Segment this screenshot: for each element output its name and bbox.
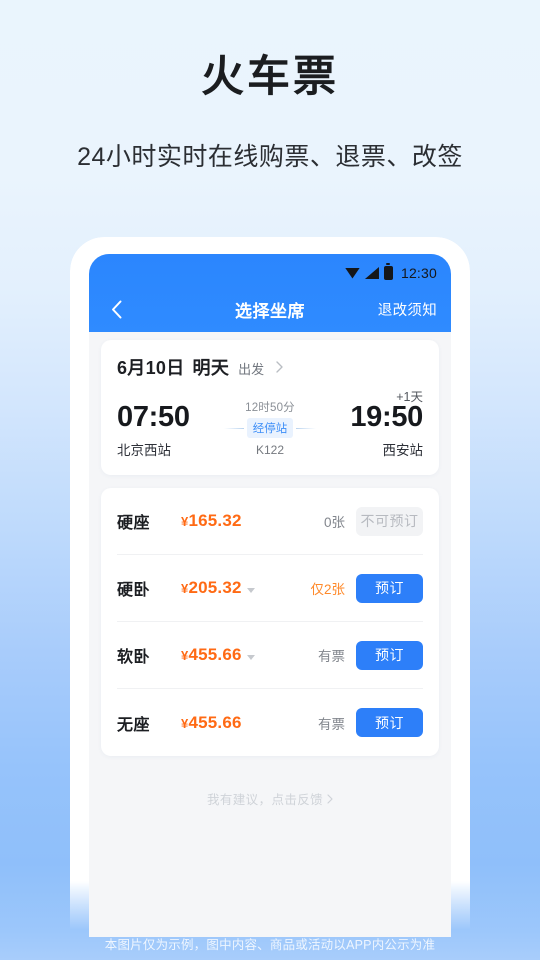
seat-type-label: 硬卧 (117, 582, 151, 600)
back-button[interactable] (103, 296, 129, 322)
seat-type-label: 硬座 (117, 515, 151, 533)
nav-bar: 选择坐席 退改须知 (89, 286, 451, 332)
table-row: 软卧 ¥455.66 有票 预订 (117, 622, 423, 690)
chevron-right-icon (327, 794, 333, 804)
plus-day-badge: +1天 (396, 390, 423, 404)
price-value: 455.66 (188, 645, 242, 665)
feedback-link[interactable]: 我有建议，点击反馈 (101, 789, 439, 808)
trip-middle-block: 12时50分 经停站 K122 (222, 399, 318, 459)
trip-date-row[interactable]: 6月10日 明天 出发 (117, 354, 423, 380)
seat-price-cell: ¥165.32 (181, 511, 324, 531)
seat-stock: 0张 (323, 515, 345, 531)
seat-price-cell[interactable]: ¥455.66 (181, 645, 318, 665)
page-subtitle: 24小时实时在线购票、退票、改签 (77, 142, 463, 171)
seat-price: ¥455.66 (181, 713, 242, 733)
chevron-down-icon[interactable] (246, 654, 255, 660)
book-button-disabled: 不可预订 (356, 506, 423, 536)
book-button[interactable]: 预订 (356, 573, 423, 603)
chevron-right-icon (276, 361, 283, 373)
seat-type-label: 软卧 (117, 649, 151, 667)
app-body: 6月10日 明天 出发 07:50 北京西站 12时50分 经停站 K122 +… (89, 340, 451, 808)
chevron-down-icon[interactable] (246, 587, 255, 593)
line-left (223, 427, 244, 429)
train-number: K122 (255, 443, 285, 458)
trip-date: 6月10日 (117, 358, 185, 378)
price-value: 455.66 (188, 712, 242, 732)
signal-icon (364, 267, 379, 279)
departure-block: 07:50 北京西站 (117, 386, 222, 459)
trip-depart-label: 出发 (238, 362, 265, 377)
hero-section: 火车票 24小时实时在线购票、退票、改签 (0, 0, 540, 173)
trip-main: 07:50 北京西站 12时50分 经停站 K122 +1天 19:50 西安站 (117, 386, 423, 459)
seat-list-card: 硬座 ¥165.32 0张 不可预订 硬卧 ¥205.32 仅2张 预订 软卧 … (101, 488, 439, 757)
status-time: 12:30 (400, 265, 437, 281)
arrival-time: 19:50 (350, 401, 423, 433)
arrival-block: +1天 19:50 西安站 (318, 386, 423, 459)
trip-duration: 12时50分 (245, 402, 295, 415)
book-button[interactable]: 预订 (356, 640, 423, 670)
seat-price-cell: ¥455.66 (181, 713, 318, 733)
phone-screen: 12:30 选择坐席 退改须知 6月10日 明天 出发 07:50 北京西站 1… (89, 254, 451, 937)
wifi-icon (344, 267, 360, 279)
table-row: 硬卧 ¥205.32 仅2张 预订 (117, 555, 423, 623)
seat-price: ¥165.32 (181, 511, 242, 531)
price-value: 205.32 (188, 578, 242, 598)
seat-price: ¥205.32 (181, 578, 242, 598)
departure-station: 北京西站 (117, 443, 171, 459)
arrival-station: 西安站 (382, 443, 424, 459)
feedback-label: 我有建议，点击反馈 (206, 793, 324, 808)
trip-card[interactable]: 6月10日 明天 出发 07:50 北京西站 12时50分 经停站 K122 +… (101, 340, 439, 476)
date-chevron (276, 360, 283, 378)
stop-badge-row[interactable]: 经停站 (222, 418, 318, 439)
seat-stock: 有票 (318, 716, 345, 732)
battery-icon (383, 263, 393, 280)
stop-badge[interactable]: 经停站 (246, 418, 294, 439)
refund-policy-link[interactable]: 退改须知 (378, 299, 437, 320)
seat-stock: 有票 (318, 649, 345, 665)
app-header: 12:30 选择坐席 退改须知 (89, 254, 451, 332)
seat-price: ¥455.66 (181, 645, 242, 665)
book-button[interactable]: 预订 (356, 708, 423, 738)
page-title: 火车票 (201, 53, 339, 101)
line-right (296, 427, 317, 429)
seat-stock: 仅2张 (310, 582, 345, 598)
trip-day-label: 明天 (192, 358, 230, 378)
table-row: 硬座 ¥165.32 0张 不可预订 (117, 488, 423, 556)
departure-time: 07:50 (117, 401, 190, 433)
table-row: 无座 ¥455.66 有票 预订 (117, 689, 423, 756)
seat-price-cell[interactable]: ¥205.32 (181, 578, 310, 598)
seat-type-label: 无座 (117, 716, 151, 734)
chevron-left-icon (111, 300, 121, 318)
phone-mockup: 12:30 选择坐席 退改须知 6月10日 明天 出发 07:50 北京西站 1… (70, 237, 470, 937)
price-value: 165.32 (188, 511, 242, 531)
disclaimer-note: 本图片仅为示例，图中内容、商品或活动以APP内公示为准 (104, 938, 436, 952)
status-bar: 12:30 (89, 260, 451, 286)
promo-page: 火车票 24小时实时在线购票、退票、改签 12:30 选择坐席 退改须知 6月1… (0, 0, 540, 960)
